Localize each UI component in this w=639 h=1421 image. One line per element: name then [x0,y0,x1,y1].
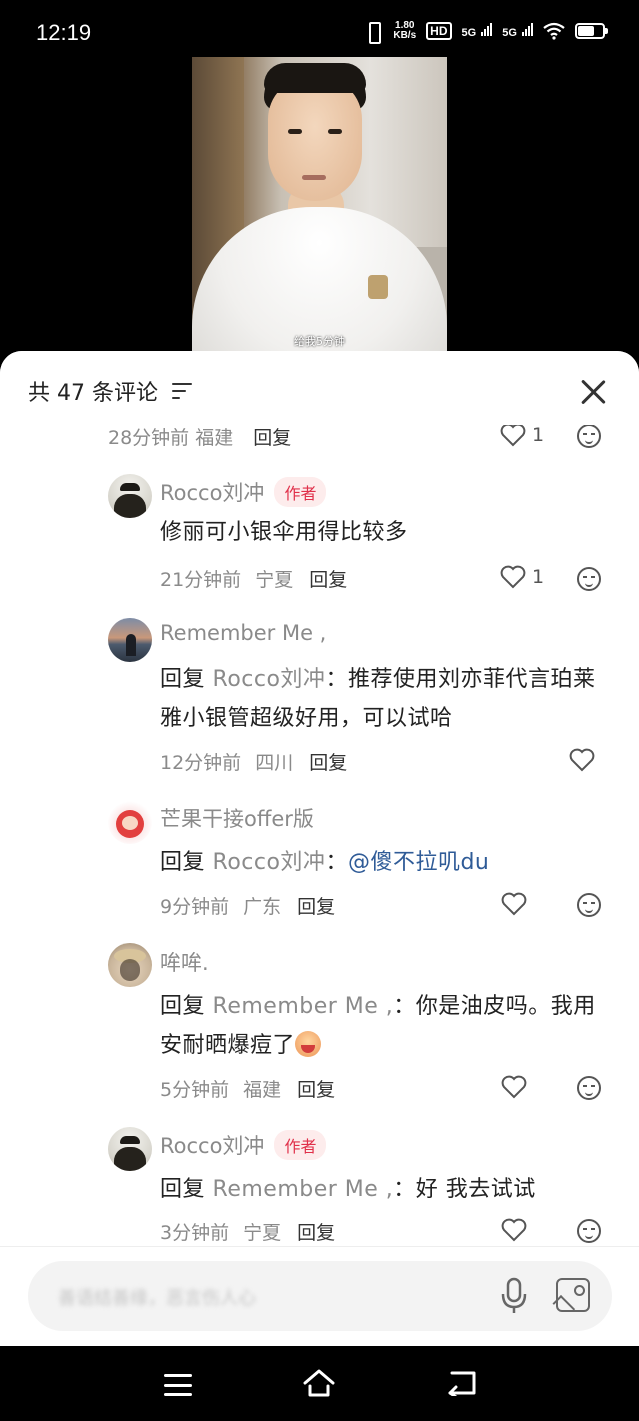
like-button[interactable] [501,1075,527,1099]
reply-target[interactable]: Rocco刘冲 [213,667,326,692]
avatar[interactable] [108,474,152,518]
comments-title: 共 47 条评论 [28,375,192,407]
comment-author: 哞哞. [160,947,209,977]
nav-menu-icon[interactable] [164,1374,192,1396]
like-button[interactable]: 1 [500,565,544,589]
like-button[interactable] [501,892,527,916]
reply-button[interactable]: 回复 [309,748,347,775]
battery-icon [575,23,608,39]
heart-icon [500,565,526,589]
heart-icon [569,748,595,772]
comments-sheet: 28分钟前 福建 回复 1 Rocco刘冲 作者 修丽可小银伞用得比较多 21分… [0,351,639,1346]
like-button[interactable] [501,1218,527,1242]
partial-comment-meta: 28分钟前 福建 回复 [108,427,292,449]
comment-meta: 12分钟前 四川 回复 [160,748,347,775]
status-time: 12:19 [36,20,92,45]
comment-location: 宁夏 [243,1222,282,1244]
comment-author: 芒果干接offer版 [160,803,314,833]
comment-meta: 21分钟前 宁夏 回复 [160,565,347,592]
heart-icon [501,892,527,916]
input-placeholder: 善语结善缘，恶言伤人心 [58,1288,256,1309]
comment-author: Rocco刘冲 作者 [160,477,327,507]
emoji-icon[interactable] [577,1076,601,1100]
signal-icon: 5G [462,23,493,39]
author-name[interactable]: 芒果干接offer版 [160,803,314,833]
nav-home-icon[interactable] [302,1368,336,1398]
reply-target[interactable]: Remember Me , [213,1177,394,1202]
net-speed: 1.80 KB/s [393,20,417,41]
author-name[interactable]: Rocco刘冲 [160,1130,264,1160]
comment-location: 宁夏 [255,569,294,591]
comment-author: Remember Me , [160,621,326,645]
comment-author: Rocco刘冲 作者 [160,1130,327,1160]
comment-time: 9分钟前 [160,896,230,918]
heart-icon [501,1218,527,1242]
reply-button[interactable]: 回复 [297,1075,335,1102]
author-name[interactable]: Remember Me , [160,621,326,645]
robe-logo [368,275,388,299]
sweat-emoji-icon [295,1031,322,1057]
comment-text: 回复 Rocco刘冲：@傻不拉叽du [160,850,490,875]
avatar[interactable] [108,800,152,844]
comment-time: 12分钟前 [160,752,242,774]
video-caption: 给我5分钟 [294,335,345,348]
comment-meta: 3分钟前 宁夏 回复 [160,1218,335,1245]
emoji-icon[interactable] [577,424,601,448]
filter-icon[interactable] [171,383,192,399]
comment-time: 5分钟前 [160,1079,230,1101]
nav-back-icon[interactable] [446,1370,478,1396]
comment-meta: 5分钟前 福建 回复 [160,1075,335,1102]
vibrate-icon [363,20,383,44]
author-name[interactable]: 哞哞. [160,947,209,977]
heart-icon [500,423,526,447]
comment-text: 回复 Remember Me ,：好 我去试试 [160,1177,536,1202]
reply-button[interactable]: 回复 [253,427,291,449]
author-name[interactable]: Rocco刘冲 [160,477,264,507]
system-nav-bar [0,1346,639,1421]
comment-meta: 9分钟前 广东 回复 [160,892,335,919]
comment-input[interactable]: 善语结善缘，恶言伤人心 [28,1261,612,1331]
author-badge: 作者 [274,477,327,507]
reply-button[interactable]: 回复 [297,1218,335,1245]
status-icons: 1.80 KB/s HD 5G 5G [363,20,608,44]
reply-button[interactable]: 回复 [309,565,347,592]
comment-location: 四川 [255,752,294,774]
avatar[interactable] [108,1127,152,1171]
close-icon[interactable] [578,377,608,407]
heart-icon [501,1075,527,1099]
author-badge: 作者 [274,1130,327,1160]
comment-location: 福建 [243,1079,282,1101]
reply-button[interactable]: 回复 [297,892,335,919]
reply-target[interactable]: Remember Me , [213,994,394,1019]
emoji-icon[interactable] [577,567,601,591]
image-icon[interactable] [556,1278,590,1312]
comments-header: 共 47 条评论 [0,351,639,425]
hd-icon: HD [426,22,452,40]
comment-time: 21分钟前 [160,569,242,591]
comment-text: 回复 Remember Me ,：你是油皮吗。我用安耐晒爆痘了 [160,994,596,1058]
comment-time: 3分钟前 [160,1222,230,1244]
avatar[interactable] [108,943,152,987]
comments-list[interactable]: 28分钟前 福建 回复 1 Rocco刘冲 作者 修丽可小银伞用得比较多 21分… [0,351,639,1246]
comment-location: 广东 [243,896,282,918]
signal-icon-2: 5G [502,23,533,39]
like-count: 1 [532,424,545,446]
mention-link[interactable]: @傻不拉叽du [348,850,489,875]
avatar[interactable] [108,618,152,662]
comment-text: 回复 Rocco刘冲：推荐使用刘亦菲代言珀莱雅小银管超级好用，可以试哈 [160,667,596,731]
comment-text: 修丽可小银伞用得比较多 [160,520,408,545]
comment-input-bar: 善语结善缘，恶言伤人心 [0,1246,639,1346]
mic-icon[interactable] [498,1277,530,1315]
like-count: 1 [532,566,545,588]
reply-target[interactable]: Rocco刘冲 [213,850,326,875]
emoji-icon[interactable] [577,893,601,917]
wifi-icon [543,22,565,40]
like-button[interactable] [569,748,595,772]
emoji-icon[interactable] [577,1219,601,1243]
like-button[interactable]: 1 [500,423,544,447]
video-player[interactable]: 给我5分钟 [192,57,447,357]
